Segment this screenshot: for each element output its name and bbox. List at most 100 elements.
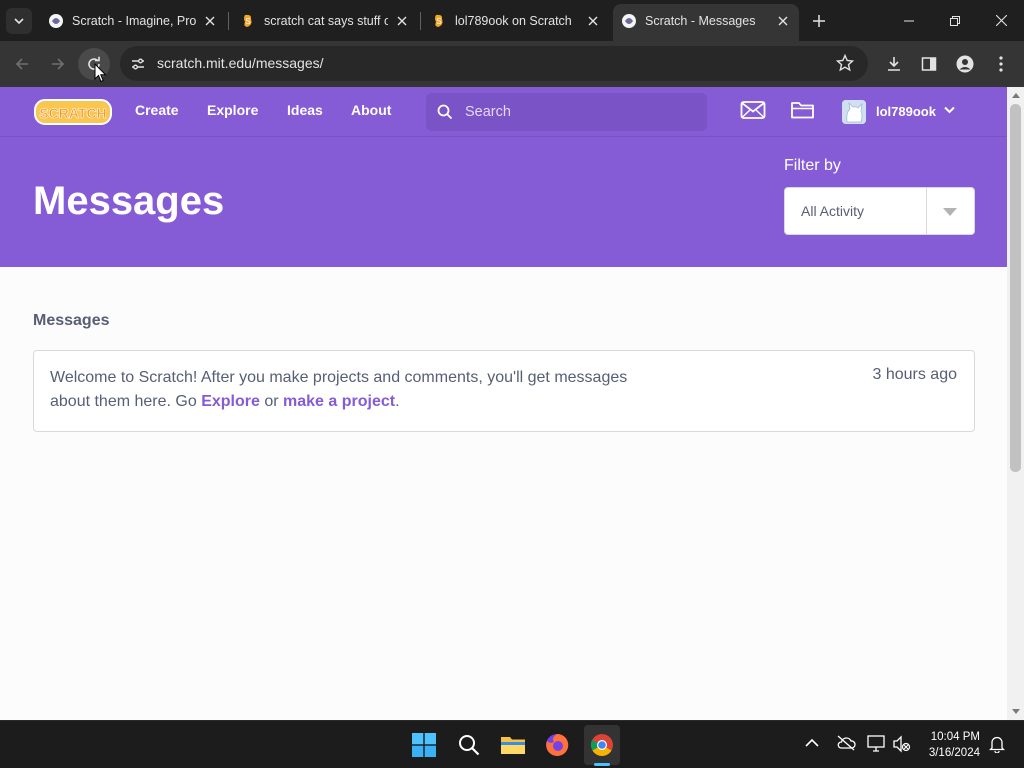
nav-link-ideas[interactable]: Ideas bbox=[287, 102, 323, 118]
downloads-button[interactable] bbox=[878, 48, 910, 80]
firefox-button[interactable] bbox=[543, 731, 571, 759]
nav-link-about[interactable]: About bbox=[351, 102, 391, 118]
logo-text: SCRATCH bbox=[39, 105, 106, 121]
side-panel-button[interactable] bbox=[913, 48, 945, 80]
scratch-navbar: SCRATCH Create Explore Ideas About Searc… bbox=[0, 87, 1007, 137]
tab-title: lol789ook on Scratch bbox=[455, 13, 572, 28]
nav-link-explore[interactable]: Explore bbox=[207, 102, 258, 118]
messages-section-title: Messages bbox=[33, 312, 110, 329]
scratch-round-icon bbox=[622, 13, 636, 28]
scroll-down-arrow-icon[interactable] bbox=[1011, 707, 1020, 716]
svg-text:S: S bbox=[436, 17, 441, 26]
firefox-icon bbox=[546, 733, 569, 756]
messages-banner: Messages Filter by All Activity bbox=[0, 137, 1007, 267]
arrow-right-icon bbox=[52, 58, 65, 70]
tab-separator bbox=[420, 12, 421, 30]
windows-logo-icon bbox=[412, 733, 436, 757]
close-icon[interactable] bbox=[585, 13, 601, 29]
filter-label: Filter by bbox=[784, 157, 841, 174]
tab-search-button[interactable] bbox=[6, 8, 32, 34]
network-icon[interactable] bbox=[867, 735, 887, 753]
select-divider bbox=[926, 188, 927, 234]
scrollbar-thumb[interactable] bbox=[1010, 104, 1021, 472]
folder-icon bbox=[501, 737, 525, 754]
site-info-icon[interactable] bbox=[128, 54, 148, 74]
taskbar-clock[interactable]: 10:04 PM 3/16/2024 bbox=[922, 729, 980, 761]
forward-button[interactable] bbox=[42, 48, 74, 80]
tab-strip: Scratch - Imagine, Program S scratch cat… bbox=[0, 0, 1024, 41]
chevron-up-icon[interactable] bbox=[805, 738, 819, 748]
caret-down-icon bbox=[943, 208, 957, 216]
close-icon[interactable] bbox=[202, 13, 218, 29]
chevron-down-icon bbox=[14, 18, 24, 25]
scratch-logo[interactable]: SCRATCH bbox=[34, 98, 112, 126]
scratch-round-icon bbox=[49, 13, 63, 28]
nav-link-create[interactable]: Create bbox=[135, 102, 179, 118]
address-bar[interactable]: scratch.mit.edu/messages/ bbox=[120, 46, 868, 81]
message-timestamp: 3 hours ago bbox=[872, 366, 957, 383]
tab-title: Scratch - Messages bbox=[645, 13, 756, 28]
browser-toolbar: scratch.mit.edu/messages/ bbox=[0, 41, 1024, 87]
search-placeholder: Search bbox=[465, 104, 511, 120]
browser-tab-1[interactable]: Scratch - Imagine, Program bbox=[40, 4, 226, 37]
mouse-cursor-icon bbox=[94, 63, 107, 83]
avatar[interactable] bbox=[842, 100, 866, 124]
clock-date: 3/16/2024 bbox=[928, 747, 980, 759]
message-text: Welcome to Scratch! After you make proje… bbox=[50, 366, 670, 414]
clock-time: 10:04 PM bbox=[930, 731, 980, 743]
scratch-s-icon: S bbox=[435, 14, 443, 27]
minimize-button[interactable] bbox=[886, 0, 932, 41]
windows-taskbar: 10:04 PM 3/16/2024 bbox=[0, 720, 1024, 768]
make-a-project-link[interactable]: make a project bbox=[283, 393, 395, 410]
my-stuff-folder-icon[interactable] bbox=[790, 99, 815, 121]
chrome-icon bbox=[590, 734, 613, 756]
message-text-part: . bbox=[395, 393, 400, 410]
chevron-down-icon[interactable] bbox=[944, 106, 955, 114]
tab-title: Scratch - Imagine, Program bbox=[72, 13, 196, 28]
scratch-s-icon: S bbox=[244, 14, 252, 27]
profile-button[interactable] bbox=[949, 48, 981, 80]
messages-envelope-icon[interactable] bbox=[740, 99, 766, 121]
filter-selected-value: All Activity bbox=[801, 203, 865, 219]
file-explorer-button[interactable] bbox=[499, 731, 527, 759]
tab-title: scratch cat says stuff on bbox=[264, 13, 388, 28]
onedrive-cloud-icon[interactable] bbox=[836, 735, 856, 751]
chrome-button[interactable] bbox=[588, 731, 616, 759]
scroll-up-arrow-icon[interactable] bbox=[1011, 91, 1020, 100]
browser-tab-3[interactable]: S lol789ook on Scratch bbox=[423, 4, 609, 37]
browser-tab-active[interactable]: Scratch - Messages bbox=[613, 4, 799, 41]
svg-text:S: S bbox=[245, 17, 250, 26]
taskbar-search-button[interactable] bbox=[455, 731, 483, 759]
active-app-indicator bbox=[594, 763, 610, 766]
close-icon[interactable] bbox=[775, 13, 791, 29]
volume-muted-icon[interactable] bbox=[893, 735, 911, 753]
search-icon bbox=[459, 735, 480, 756]
minimize-icon bbox=[904, 20, 914, 21]
menu-button[interactable] bbox=[985, 48, 1017, 80]
message-text-part: or bbox=[259, 393, 284, 410]
back-button[interactable] bbox=[6, 48, 38, 80]
browser-tab-2[interactable]: S scratch cat says stuff on bbox=[232, 4, 418, 37]
page-viewport: SCRATCH Create Explore Ideas About Searc… bbox=[0, 87, 1007, 720]
close-icon[interactable] bbox=[394, 13, 410, 29]
message-item: Welcome to Scratch! After you make proje… bbox=[33, 350, 975, 432]
start-button[interactable] bbox=[410, 731, 438, 759]
url-text: scratch.mit.edu/messages/ bbox=[157, 55, 324, 71]
search-icon bbox=[437, 104, 453, 120]
explore-link[interactable]: Explore bbox=[201, 393, 260, 410]
page-scrollbar[interactable] bbox=[1007, 87, 1024, 720]
notification-bell-icon[interactable] bbox=[989, 735, 1005, 753]
side-panel-icon bbox=[921, 57, 937, 71]
more-vertical-icon bbox=[999, 56, 1003, 72]
arrow-left-icon bbox=[15, 58, 28, 70]
plus-icon bbox=[813, 15, 825, 27]
close-window-button[interactable] bbox=[978, 0, 1024, 41]
filter-select[interactable]: All Activity bbox=[784, 187, 975, 235]
username-label[interactable]: lol789ook bbox=[876, 104, 936, 119]
new-tab-button[interactable] bbox=[808, 10, 830, 32]
search-input[interactable]: Search bbox=[426, 93, 707, 131]
bookmark-star-icon[interactable] bbox=[835, 53, 855, 77]
close-icon bbox=[995, 15, 1007, 26]
restore-button[interactable] bbox=[932, 0, 978, 41]
profile-icon bbox=[956, 55, 974, 73]
